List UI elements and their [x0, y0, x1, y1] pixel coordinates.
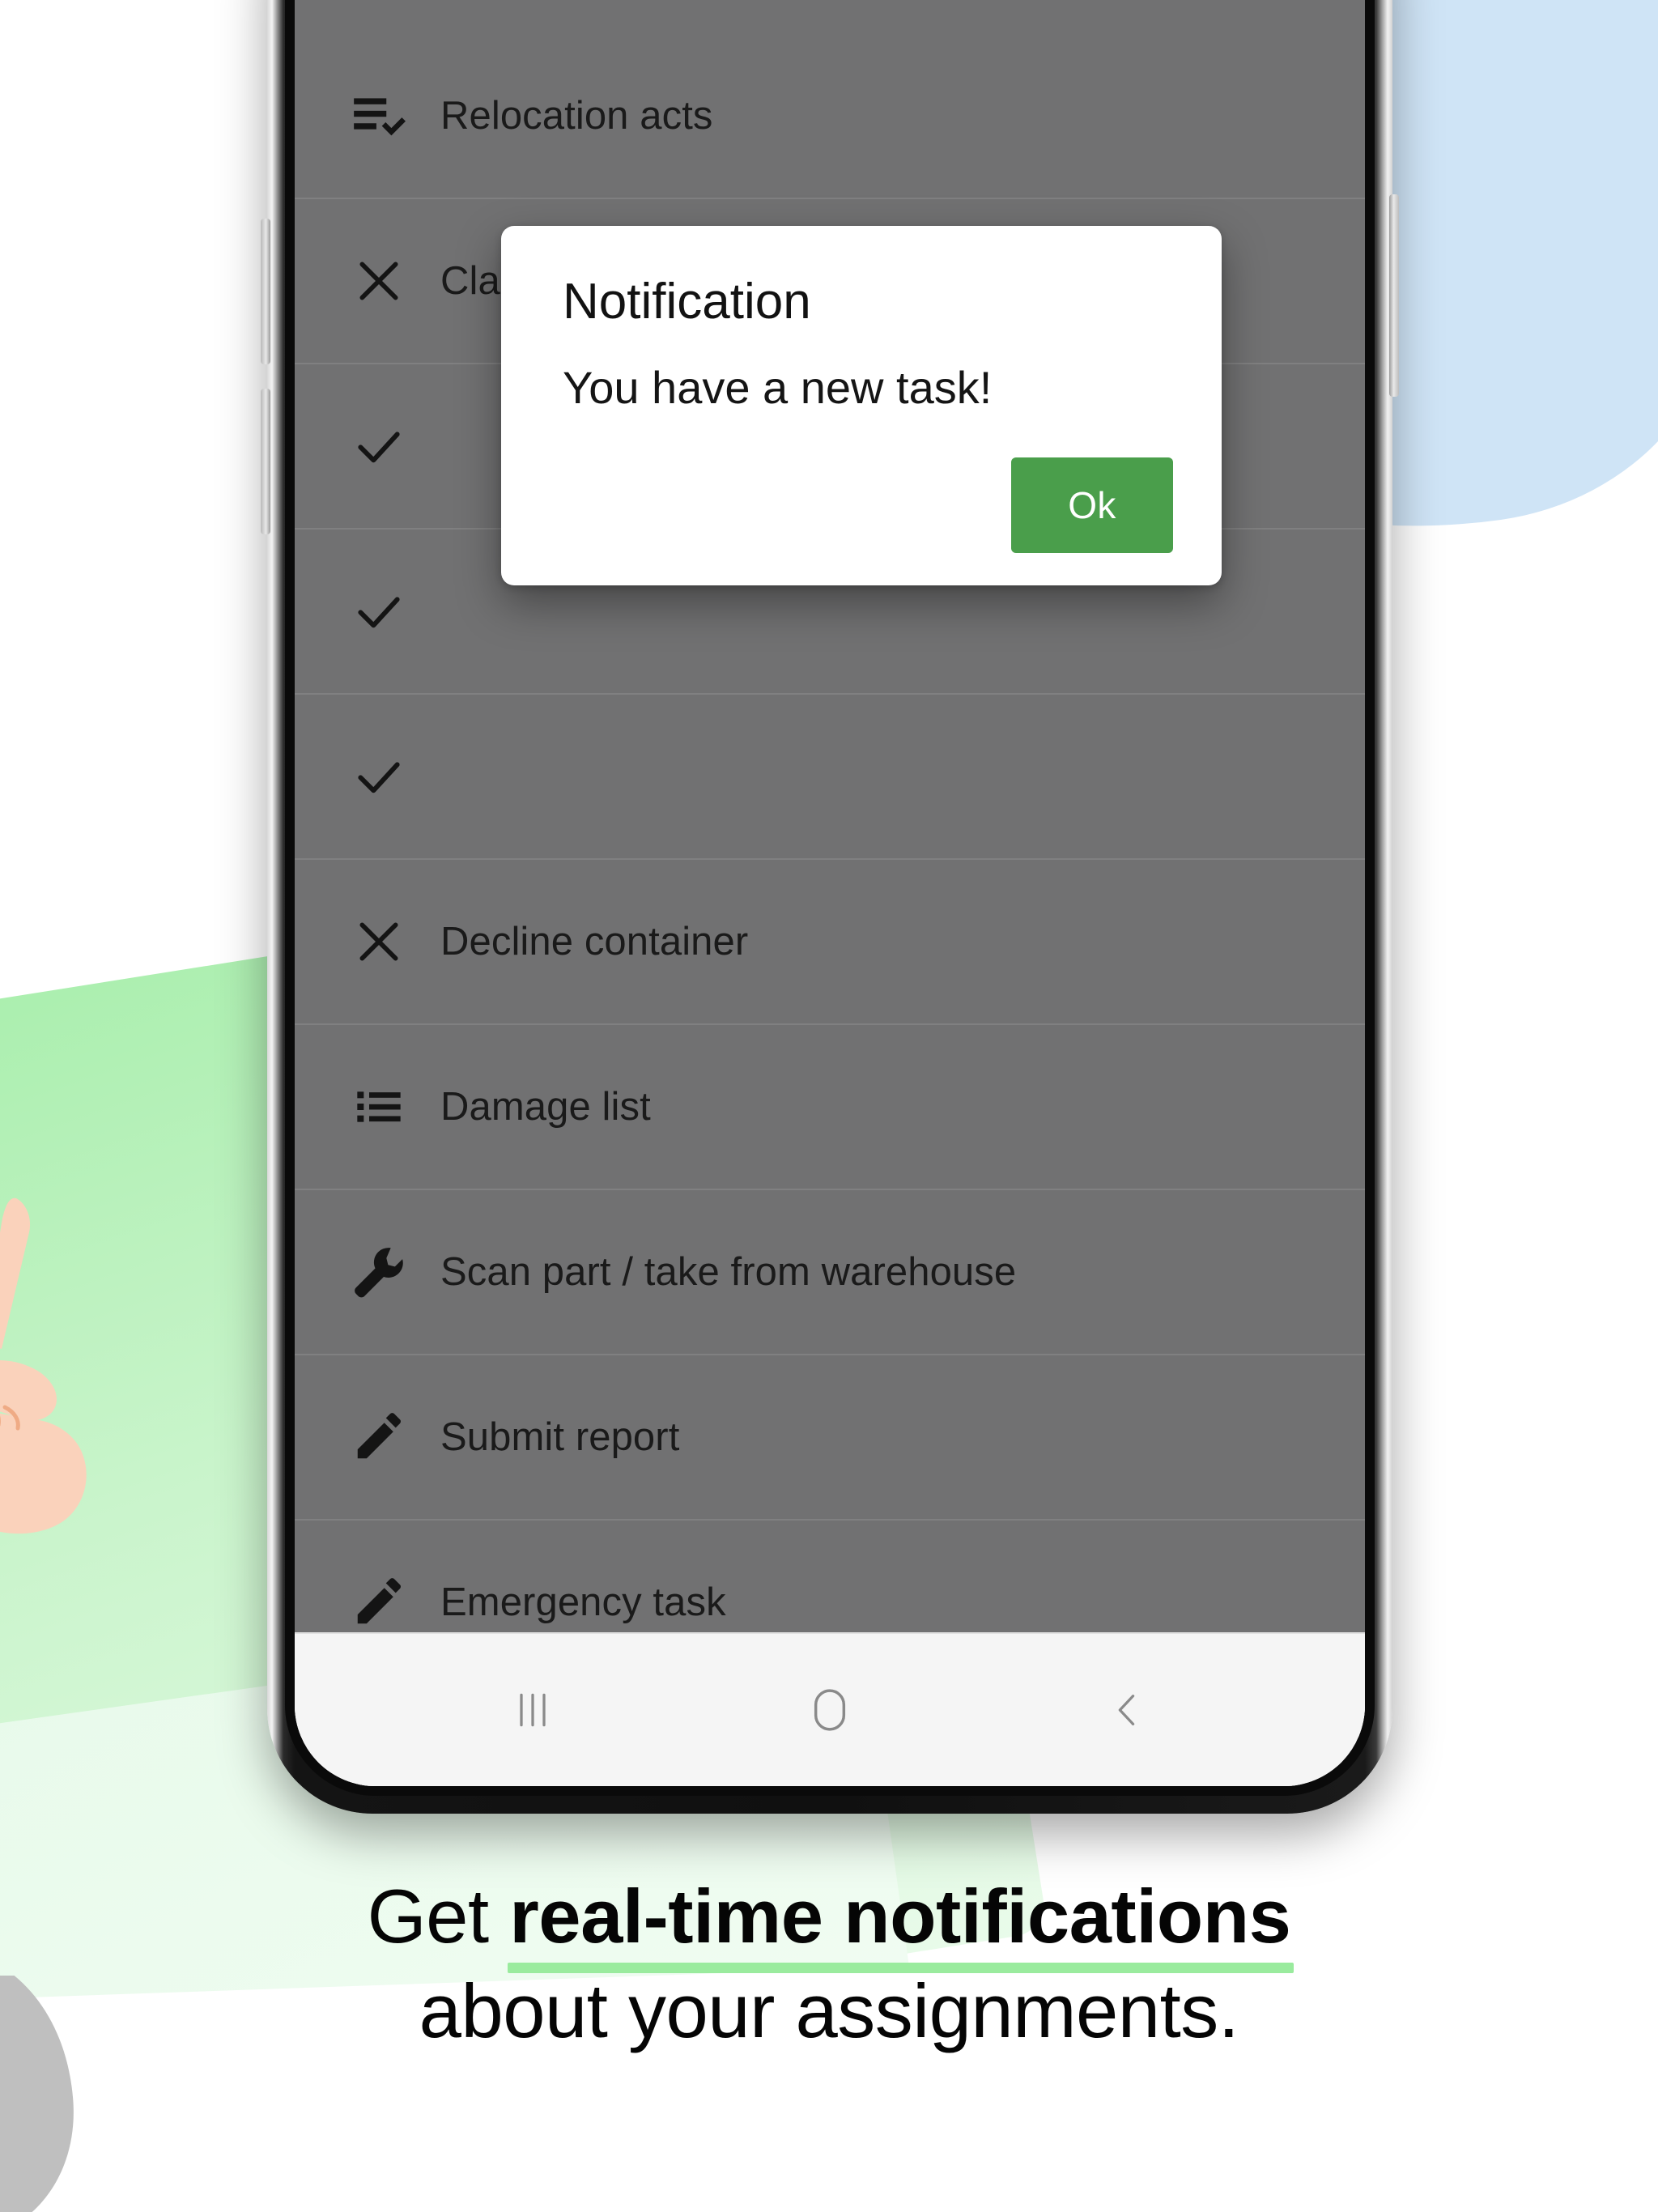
pencil-icon: [340, 1398, 418, 1476]
check-icon: [340, 407, 418, 485]
list-item-label: Scan part / take from warehouse: [440, 1250, 1017, 1294]
dialog-title: Notification: [563, 274, 811, 330]
dialog-actions: Ok: [546, 457, 1176, 553]
list-item-label: Decline container: [440, 920, 749, 963]
caption-highlight: real-time notifications: [508, 1870, 1295, 1973]
task-list[interactable]: Relocation acts Claim package: [295, 0, 1365, 1632]
promo-caption: Get real-time notifications about your a…: [0, 1870, 1658, 2057]
power-button[interactable]: [1389, 194, 1399, 397]
promo-screenshot: Relocation acts Claim package: [0, 0, 1658, 2212]
recents-icon[interactable]: [472, 1665, 593, 1755]
wrench-icon: [340, 1233, 418, 1311]
check-icon: [340, 738, 418, 815]
notification-dialog: Notification You have a new task! Ok: [501, 226, 1222, 585]
android-navigation-bar: [295, 1632, 1365, 1786]
phone-screen: Relocation acts Claim package: [295, 0, 1365, 1786]
caption-prefix: Get: [367, 1874, 510, 1959]
caption-line-2: about your assignments.: [419, 1967, 1239, 2053]
list-item[interactable]: [295, 693, 1365, 858]
close-x-icon: [340, 903, 418, 981]
app-viewport: Relocation acts Claim package: [295, 0, 1365, 1786]
phone-mockup: Relocation acts Claim package: [261, 0, 1399, 1814]
list-item[interactable]: Emergency task: [295, 1519, 1365, 1632]
volume-up-button[interactable]: [261, 219, 270, 364]
list-item-label: Damage list: [440, 1085, 651, 1129]
list-item-label: Relocation acts: [440, 94, 713, 138]
list-item[interactable]: Damage list: [295, 1023, 1365, 1189]
back-icon[interactable]: [1066, 1665, 1188, 1755]
home-icon[interactable]: [769, 1665, 891, 1755]
list-item-label: Submit report: [440, 1415, 680, 1459]
check-icon: [340, 572, 418, 650]
close-x-icon: [340, 242, 418, 320]
ok-button[interactable]: Ok: [1011, 457, 1173, 553]
list-item[interactable]: Submit report: [295, 1354, 1365, 1519]
list-item[interactable]: Decline container: [295, 858, 1365, 1023]
pencil-icon: [340, 1563, 418, 1632]
caption-line-1: Get real-time notifications: [0, 1870, 1658, 1973]
playlist-check-icon: [340, 77, 418, 155]
bullet-list-icon: [340, 1068, 418, 1146]
pointing-hand-illustration: [0, 1197, 87, 1534]
list-item[interactable]: Scan part / take from warehouse: [295, 1189, 1365, 1354]
dialog-message: You have a new task!: [563, 362, 993, 413]
list-item-label: Emergency task: [440, 1580, 726, 1624]
list-item[interactable]: Relocation acts: [295, 34, 1365, 198]
volume-down-button[interactable]: [261, 389, 270, 534]
